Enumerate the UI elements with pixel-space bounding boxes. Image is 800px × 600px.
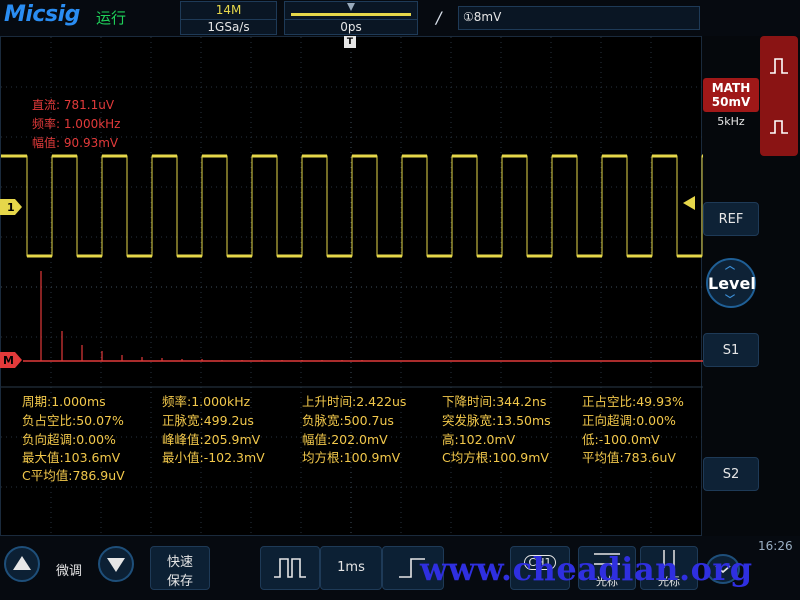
pulse-wave-icon[interactable] <box>769 116 789 136</box>
memory-depth: 14M <box>215 3 242 17</box>
math-amplitude: 幅值: 90.93mV <box>32 136 119 150</box>
math-wave-panel[interactable] <box>760 36 798 156</box>
math-marker-label: M <box>3 354 14 367</box>
meas-item: 负向超调:0.00% <box>22 432 116 447</box>
meas-item: C平均值:786.9uV <box>22 468 125 483</box>
trigger-slope-icon[interactable]: / <box>436 8 441 27</box>
chevron-down-icon: ﹀ <box>725 295 735 306</box>
ch1-offset-marker-icon[interactable]: 1 <box>0 199 22 215</box>
timebase-decrease-button[interactable] <box>260 546 320 590</box>
quick-save-line1: 快速 <box>166 555 193 570</box>
meas-item: 平均值:783.6uV <box>582 450 676 465</box>
memory-bar <box>291 13 411 16</box>
ch1-waveform <box>1 155 703 257</box>
ref-button[interactable]: REF <box>703 202 759 236</box>
bottom-toolbar: 微调 快速 保存 1ms CH1 光标 光标 16:26 www.cheadia… <box>0 536 800 600</box>
watermark: www.cheadian.org <box>420 550 753 588</box>
triangle-down-icon <box>107 558 125 572</box>
meas-item: 均方根:100.9mV <box>302 450 401 465</box>
chevron-up-icon: ︿ <box>725 261 735 272</box>
quick-save-line2: 保存 <box>166 574 193 589</box>
trigger-time-marker-icon[interactable]: T <box>344 36 356 48</box>
run-state[interactable]: 运行 <box>96 7 126 28</box>
brand-logo: Micsig <box>4 2 80 27</box>
meas-item: 低:-100.0mV <box>582 432 660 447</box>
triangle-up-icon <box>13 556 31 570</box>
trigger-level-box[interactable]: ①8mV <box>458 6 700 30</box>
fine-down-button[interactable] <box>98 546 134 582</box>
meas-item: 上升时间:2.422us <box>302 394 407 409</box>
acquisition-box[interactable]: 14M 1GSa/s <box>180 1 277 35</box>
trigger-position: 0ps <box>285 19 417 34</box>
meas-item: 最小值:-102.3mV <box>162 450 265 465</box>
fine-adjust-label: 微调 <box>56 564 83 579</box>
meas-item: 频率:1.000kHz <box>162 394 251 409</box>
meas-item: 高:102.0mV <box>442 432 516 447</box>
meas-item: 负脉宽:500.7us <box>302 413 394 428</box>
trigger-position-box[interactable]: 0ps <box>284 1 418 35</box>
timebase-value[interactable]: 1ms <box>320 546 382 590</box>
meas-item: 正脉宽:499.2us <box>162 413 254 428</box>
fine-up-button[interactable] <box>4 546 40 582</box>
meas-item: C均方根:100.9mV <box>442 450 549 465</box>
top-status-bar: Micsig 运行 14M 1GSa/s 0ps / ①8mV <box>0 0 800 36</box>
level-label: Level <box>708 274 756 293</box>
meas-item: 正向超调:0.00% <box>582 413 676 428</box>
math-dc: 直流: 781.1uV <box>32 98 115 112</box>
clock: 16:26 <box>758 539 793 553</box>
level-knob[interactable]: ︿ Level ﹀ <box>706 258 756 308</box>
math-offset-marker-icon[interactable]: M <box>0 352 22 368</box>
meas-item: 正占空比:49.93% <box>582 394 684 409</box>
trigger-position-marker-icon <box>347 3 355 11</box>
quick-save-button[interactable]: 快速 保存 <box>150 546 210 590</box>
meas-item: 突发脉宽:13.50ms <box>442 413 551 428</box>
meas-item: 最大值:103.6mV <box>22 450 121 465</box>
s2-button[interactable]: S2 <box>703 457 759 491</box>
math-label-scale: 50mV <box>711 95 751 109</box>
meas-item: 周期:1.000ms <box>22 394 106 409</box>
meas-item: 负占空比:50.07% <box>22 413 124 428</box>
meas-item: 幅值:202.0mV <box>302 432 388 447</box>
trigger-level-arrow-icon[interactable] <box>683 196 695 210</box>
s1-button[interactable]: S1 <box>703 333 759 367</box>
math-channel-label[interactable]: MATH 50mV <box>703 78 759 112</box>
ch1-marker-label: 1 <box>7 201 15 214</box>
math-label-name: MATH <box>711 81 751 95</box>
math-rate: 5kHz <box>717 115 745 128</box>
trigger-level: ①8mV <box>463 10 502 24</box>
meas-item: 峰峰值:205.9mV <box>162 432 261 447</box>
wide-pulse-icon <box>274 558 306 578</box>
sample-rate: 1GSa/s <box>181 19 276 34</box>
math-frequency: 频率: 1.000kHz <box>32 117 121 131</box>
meas-item: 下降时间:344.2ns <box>442 394 547 409</box>
square-wave-icon[interactable] <box>769 56 789 76</box>
